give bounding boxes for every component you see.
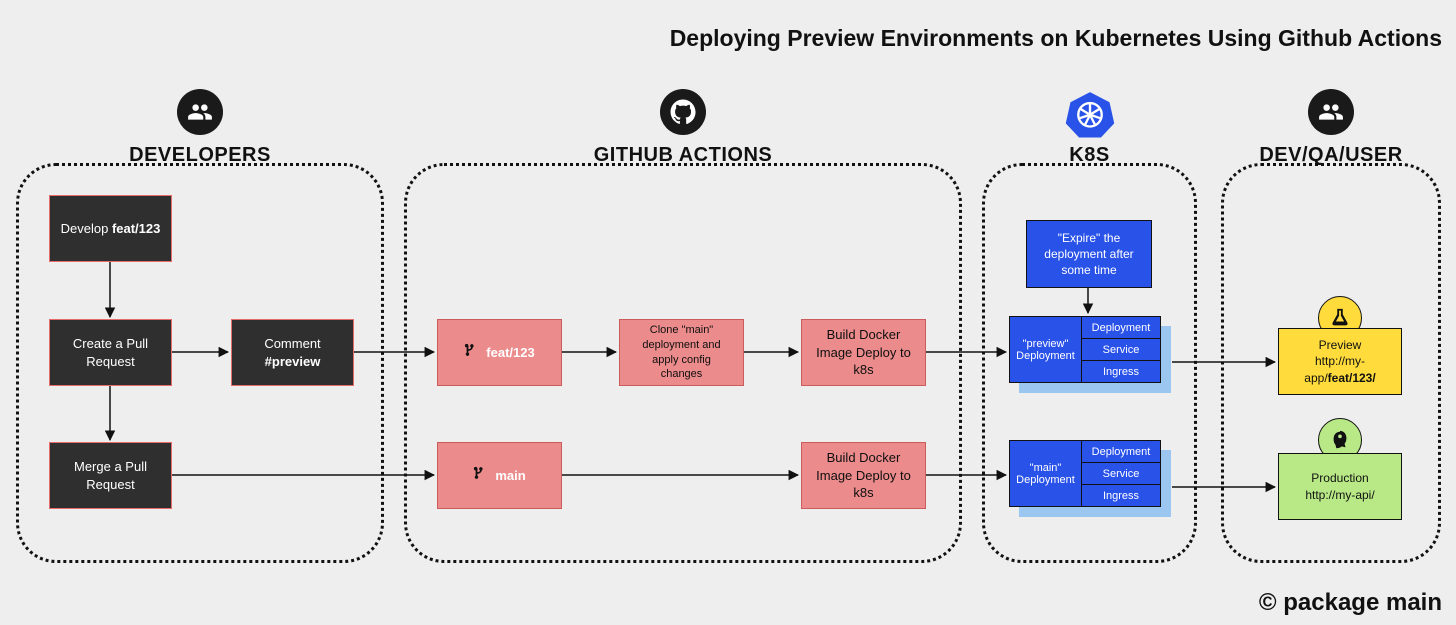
users-icon [1308,89,1354,135]
branch-icon [464,343,478,362]
k8s-cell-service: Service [1082,339,1160,361]
github-icon [660,89,706,135]
users-icon [177,89,223,135]
group-github-label: GITHUB ACTIONS [407,144,959,167]
node-branch-main: main [437,442,562,509]
env-production: Productionhttp://my-api/ [1278,453,1402,520]
k8s-main-deployment: "main" Deployment Deployment Service Ing… [1009,440,1161,507]
k8s-cell-deployment: Deployment [1082,317,1160,339]
node-develop-branch: Develop feat/123 [49,195,172,262]
k8s-cell-ingress: Ingress [1082,361,1160,382]
branch-icon [473,466,487,485]
group-k8s-label: K8S [985,144,1194,167]
copyright-text: © package main [1259,589,1442,617]
k8s-cell-ingress: Ingress [1082,485,1160,506]
diagram-title: Deploying Preview Environments on Kubern… [670,25,1442,52]
node-comment-preview: Comment #preview [231,319,354,386]
node-build-deploy-main: Build Docker Image Deploy to k8s [801,442,926,509]
node-build-deploy-feat: Build Docker Image Deploy to k8s [801,319,926,386]
k8s-cell-service: Service [1082,463,1160,485]
node-expire-deployment: "Expire" the deployment after some time [1026,220,1152,288]
env-preview: Previewhttp://my-app/feat/123/ [1278,328,1402,395]
k8s-preview-label: "preview" Deployment [1010,317,1082,382]
node-branch-feat: feat/123 [437,319,562,386]
node-create-pr: Create a Pull Request [49,319,172,386]
k8s-preview-deployment: "preview" Deployment Deployment Service … [1009,316,1161,383]
kubernetes-icon [1065,89,1115,139]
node-merge-pr: Merge a Pull Request [49,442,172,509]
k8s-main-label: "main" Deployment [1010,441,1082,506]
k8s-cell-deployment: Deployment [1082,441,1160,463]
group-user-label: DEV/QA/USER [1224,144,1438,167]
group-developers-label: DEVELOPERS [19,144,381,167]
node-clone-config: Clone "main" deployment and apply config… [619,319,744,386]
